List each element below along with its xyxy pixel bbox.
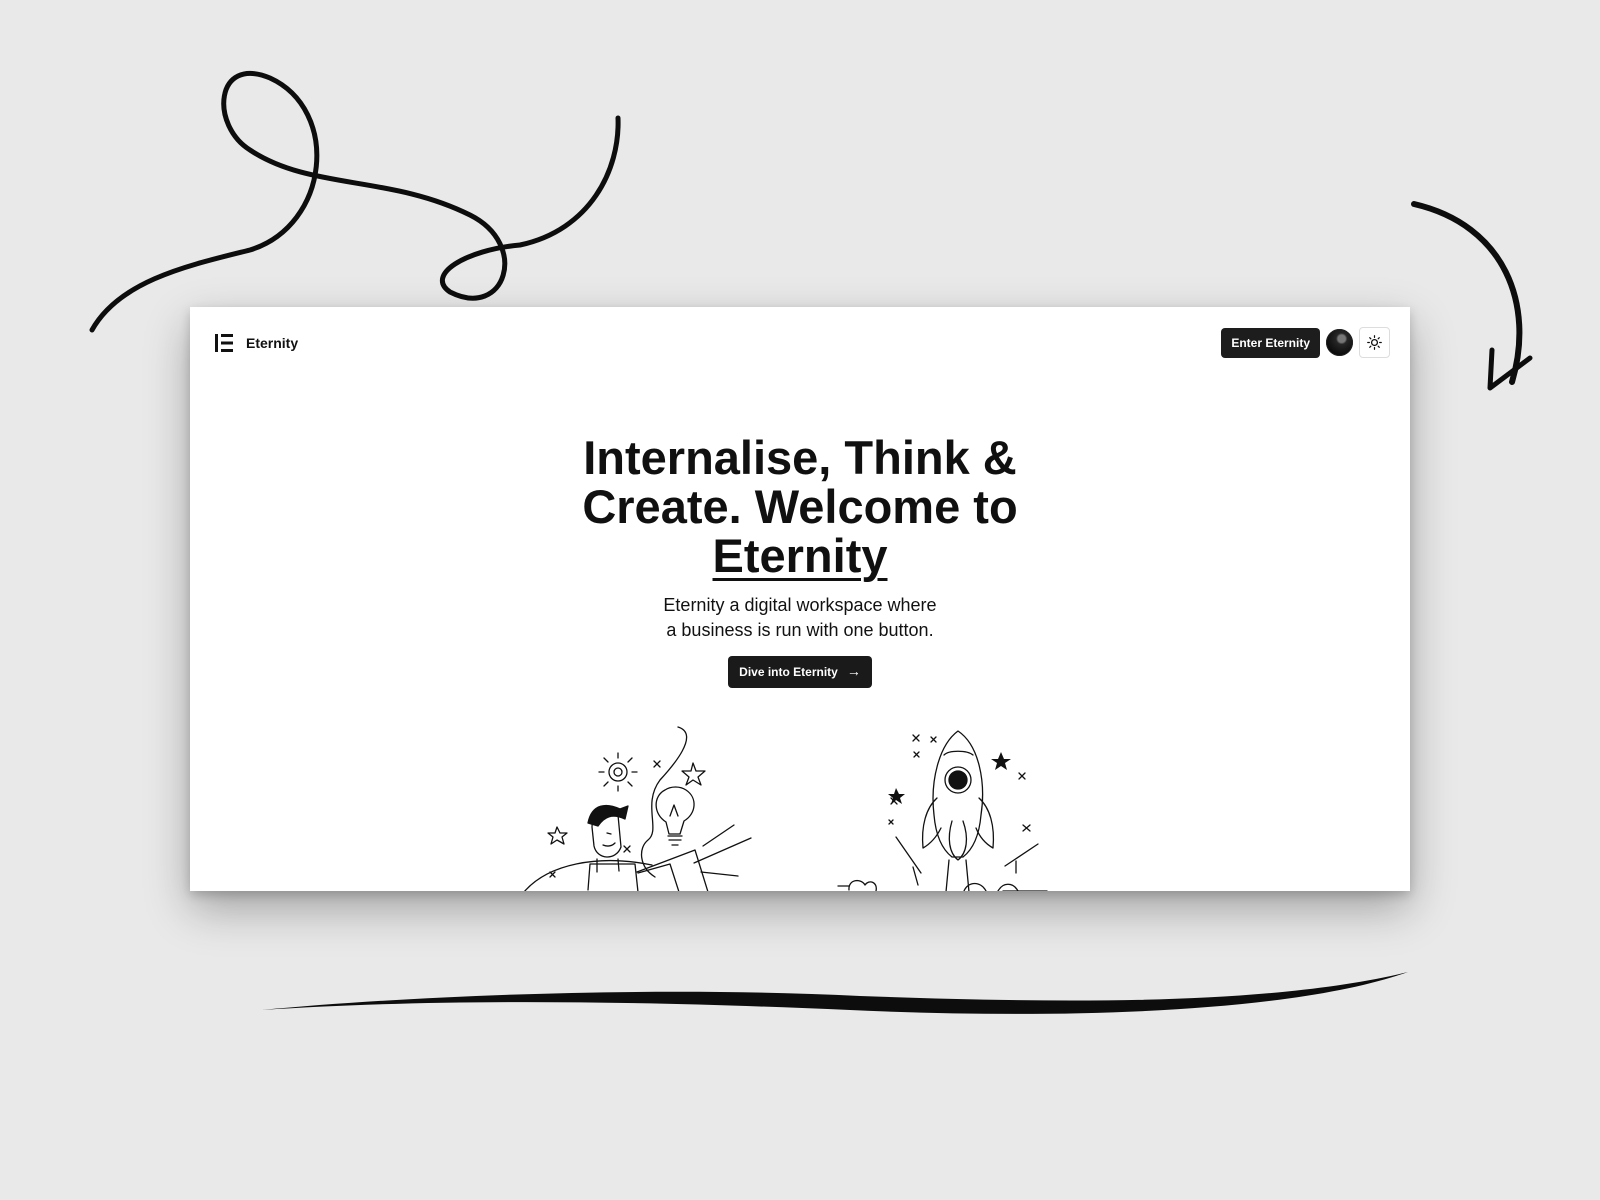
presentation-stage: Eternity Enter Eternity Internalise, Thi… xyxy=(0,0,1600,1200)
star-icon xyxy=(888,788,905,804)
rocket-icon xyxy=(837,730,1048,891)
top-navigation: Eternity Enter Eternity xyxy=(190,307,1410,379)
hero-subtitle: Eternity a digital workspace where a bus… xyxy=(620,593,980,643)
avatar[interactable] xyxy=(1326,329,1353,356)
hero-title-highlight: Eternity xyxy=(712,529,888,582)
enter-eternity-button[interactable]: Enter Eternity xyxy=(1221,327,1320,358)
hero-title-line-2: Create. Welcome to xyxy=(582,480,1018,533)
hero-subtitle-line-1: Eternity a digital workspace where xyxy=(663,595,937,615)
hero-section: Internalise, Think & Create. Welcome to … xyxy=(190,433,1410,688)
hero-title-line-1: Internalise, Think & xyxy=(583,431,1017,484)
nav-actions: Enter Eternity xyxy=(1221,327,1390,358)
arrow-right-icon: → xyxy=(846,663,861,679)
hero-subtitle-line-2: a business is run with one button. xyxy=(666,620,934,640)
arrow-head-scribble xyxy=(1487,347,1533,391)
hero-title: Internalise, Think & Create. Welcome to … xyxy=(550,433,1050,580)
underline-scribble xyxy=(262,972,1408,1014)
brand-name: Eternity xyxy=(246,335,299,351)
loop-scribble xyxy=(89,70,621,333)
eternity-logo-icon xyxy=(215,334,233,352)
brand[interactable]: Eternity xyxy=(214,333,298,353)
sun-icon xyxy=(1367,335,1382,350)
theme-toggle-button[interactable] xyxy=(1359,327,1390,358)
dive-button-label: Dive into Eternity xyxy=(739,665,838,679)
thinking-person-icon xyxy=(524,726,752,891)
website-preview: Eternity Enter Eternity Internalise, Thi… xyxy=(190,307,1410,891)
star-icon xyxy=(991,752,1011,770)
curved-arrow-scribble xyxy=(1411,201,1523,385)
dive-into-eternity-button[interactable]: Dive into Eternity → xyxy=(728,656,872,688)
